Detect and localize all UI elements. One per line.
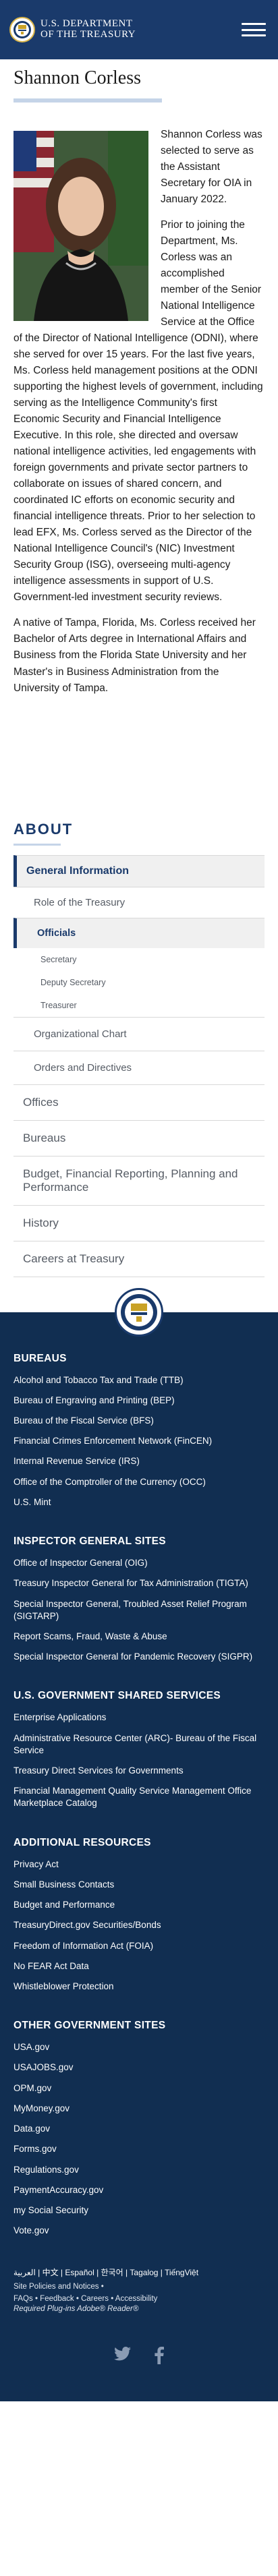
nav-general-information[interactable]: General Information <box>13 854 265 887</box>
nav-careers[interactable]: Careers at Treasury <box>13 1240 265 1277</box>
nav-budget[interactable]: Budget, Financial Reporting, Planning an… <box>13 1155 265 1205</box>
footer-link[interactable]: Treasury Inspector General for Tax Admin… <box>13 1573 265 1593</box>
official-bio: Shannon Corless Shannon Corless was sele… <box>0 59 278 697</box>
title-underline <box>13 98 162 103</box>
footer-section-title: INSPECTOR GENERAL SITES <box>13 1535 166 1548</box>
side-navigation: General Information Role of the Treasury… <box>13 854 265 1277</box>
footer-section-title: BUREAUS <box>13 1352 67 1364</box>
nav-role-of-the-treasury[interactable]: Role of the Treasury <box>13 886 265 918</box>
footer-additional-resources: ADDITIONAL RESOURCES Privacy Act Small B… <box>13 1837 265 1997</box>
social-links <box>13 2340 265 2401</box>
footer-link[interactable]: Enterprise Applications <box>13 1707 265 1728</box>
footer-link[interactable]: Financial Management Quality Service Man… <box>13 1781 265 1813</box>
facebook-icon[interactable] <box>155 2347 164 2368</box>
brand-line-2: OF THE TREASURY <box>40 29 136 40</box>
footer-link[interactable]: Internal Revenue Service (IRS) <box>13 1451 265 1471</box>
footer-link[interactable]: USA.gov <box>13 2037 265 2057</box>
bio-paragraph: A native of Tampa, Florida, Ms. Corless … <box>13 617 256 694</box>
footer-section-title: ADDITIONAL RESOURCES <box>13 1836 151 1848</box>
footer-link[interactable]: Forms.gov <box>13 2139 265 2159</box>
site-header: U.S. DEPARTMENT OF THE TREASURY <box>0 0 278 59</box>
nav-organizational-chart[interactable]: Organizational Chart <box>13 1016 265 1051</box>
language-links[interactable]: العربية | 中文 | Español | 한국어 | Tagalog |… <box>13 2264 265 2281</box>
footer-link[interactable]: Whistleblower Protection <box>13 1977 265 1997</box>
footer-link[interactable]: Bureau of Engraving and Printing (BEP) <box>13 1391 265 1411</box>
about-underline <box>13 843 61 846</box>
footer-link[interactable]: Freedom of Information Act (FOIA) <box>13 1936 265 1956</box>
footer-link[interactable]: MyMoney.gov <box>13 2099 265 2119</box>
nav-deputy-secretary[interactable]: Deputy Secretary <box>13 971 265 994</box>
nav-bureaus[interactable]: Bureaus <box>13 1119 265 1156</box>
footer-link[interactable]: Privacy Act <box>13 1854 265 1875</box>
treasury-seal-icon <box>9 17 35 42</box>
footer-other-government-sites: OTHER GOVERNMENT SITES USA.gov USAJOBS.g… <box>13 2020 265 2241</box>
footer-link[interactable]: Bureau of the Fiscal Service (BFS) <box>13 1411 265 1431</box>
footer-link[interactable]: Special Inspector General, Troubled Asse… <box>13 1594 265 1627</box>
footer-link[interactable]: Special Inspector General for Pandemic R… <box>13 1647 265 1667</box>
footer-link[interactable]: Budget and Performance <box>13 1895 265 1915</box>
nav-history[interactable]: History <box>13 1204 265 1241</box>
footer-link[interactable]: Financial Crimes Enforcement Network (Fi… <box>13 1431 265 1451</box>
footer-bureaus: BUREAUS Alcohol and Tobacco Tax and Trad… <box>13 1353 265 1513</box>
nav-officials[interactable]: Officials <box>13 917 265 948</box>
treasury-seal-icon <box>115 1287 163 1337</box>
footer-link[interactable]: my Social Security <box>13 2200 265 2221</box>
nav-orders-and-directives[interactable]: Orders and Directives <box>13 1050 265 1084</box>
brand-line-1: U.S. DEPARTMENT <box>40 18 133 30</box>
footer-link[interactable]: Regulations.gov <box>13 2160 265 2180</box>
footer-link[interactable]: OPM.gov <box>13 2078 265 2099</box>
footer-link[interactable]: USAJOBS.gov <box>13 2057 265 2078</box>
footer-link[interactable]: Office of the Comptroller of the Currenc… <box>13 1472 265 1492</box>
footer-link[interactable]: Administrative Resource Center (ARC)- Bu… <box>13 1728 265 1761</box>
utility-links-row-2[interactable]: FAQs • Feedback • Careers • Accessibilit… <box>13 2293 265 2305</box>
footer-link[interactable]: Small Business Contacts <box>13 1875 265 1895</box>
official-portrait-photo <box>13 131 148 321</box>
footer-link[interactable]: Treasury Direct Services for Governments <box>13 1761 265 1781</box>
footer-link[interactable]: Alcohol and Tobacco Tax and Trade (TTB) <box>13 1370 265 1391</box>
utility-links-row-1[interactable]: Site Policies and Notices • <box>13 2281 265 2293</box>
nav-offices[interactable]: Offices <box>13 1084 265 1120</box>
treasury-brand-link[interactable]: U.S. DEPARTMENT OF THE TREASURY <box>9 17 136 42</box>
footer-link[interactable]: No FEAR Act Data <box>13 1956 265 1977</box>
required-plugins[interactable]: Required Plug-ins Adobe® Reader® <box>13 2305 265 2340</box>
footer-link[interactable]: Vote.gov <box>13 2221 265 2241</box>
site-footer: BUREAUS Alcohol and Tobacco Tax and Trad… <box>0 1287 278 2402</box>
footer-section-title: OTHER GOVERNMENT SITES <box>13 2020 166 2032</box>
nav-secretary[interactable]: Secretary <box>13 948 265 971</box>
footer-inspector-general: INSPECTOR GENERAL SITES Office of Inspec… <box>13 1535 265 1667</box>
about-section: ABOUT General Information Role of the Tr… <box>0 706 278 1277</box>
footer-link[interactable]: Office of Inspector General (OIG) <box>13 1553 265 1573</box>
footer-shared-services: U.S. GOVERNMENT SHARED SERVICES Enterpri… <box>13 1690 265 1813</box>
page-title: Shannon Corless <box>13 67 141 88</box>
footer-link[interactable]: Data.gov <box>13 2119 265 2139</box>
footer-link[interactable]: TreasuryDirect.gov Securities/Bonds <box>13 1915 265 1935</box>
footer-link[interactable]: PaymentAccuracy.gov <box>13 2180 265 2200</box>
footer-link[interactable]: Report Scams, Fraud, Waste & Abuse <box>13 1627 265 1647</box>
hamburger-menu-icon[interactable] <box>240 19 267 40</box>
nav-treasurer[interactable]: Treasurer <box>13 994 265 1017</box>
twitter-icon[interactable] <box>114 2347 132 2368</box>
footer-link[interactable]: U.S. Mint <box>13 1492 265 1513</box>
footer-section-title: U.S. GOVERNMENT SHARED SERVICES <box>13 1690 221 1702</box>
about-heading: ABOUT <box>13 820 74 838</box>
